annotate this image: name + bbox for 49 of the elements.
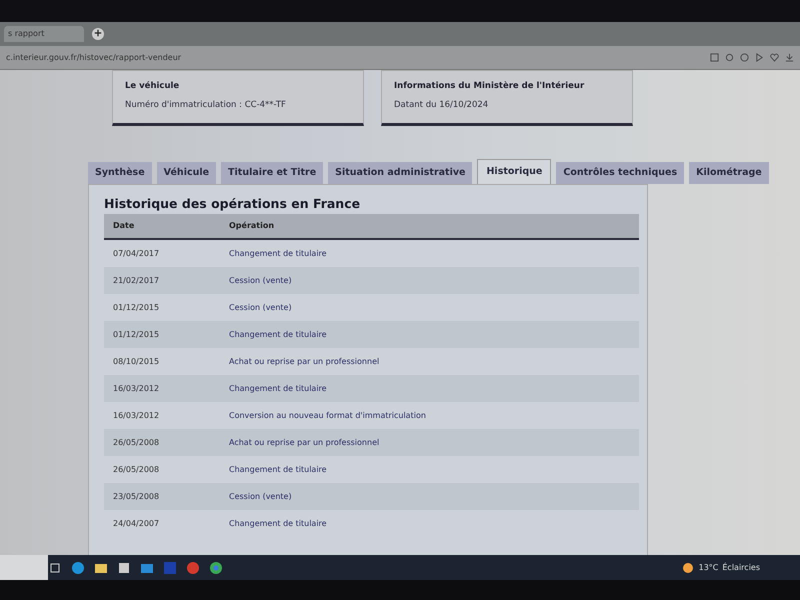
tab[interactable]: Contrôles techniques <box>556 162 684 184</box>
table-cell-text: 26/05/2008 <box>112 436 160 448</box>
table-cell-text: 26/05/2008 <box>112 464 160 476</box>
tab[interactable]: Kilométrage <box>689 162 769 184</box>
task-view-icon[interactable] <box>48 560 62 574</box>
table-cell-text: 01/12/2015 <box>112 302 160 314</box>
table-cell-text: 23/05/2008 <box>112 490 160 502</box>
table-cell-text: 08/10/2015 <box>112 356 160 368</box>
card-text: Numéro d'immatriculation : CC-4**-TF <box>125 98 287 112</box>
table-cell: Achat ou reprise par un professionnel <box>229 356 380 368</box>
table-cell: Changement de titulaire <box>229 382 327 394</box>
new-tab-icon[interactable] <box>92 28 104 40</box>
table-cell: Changement de titulaire <box>229 328 327 340</box>
weather-icon[interactable] <box>680 560 695 574</box>
table-cell-text: 24/04/2007 <box>112 518 160 530</box>
search-field[interactable] <box>0 555 48 580</box>
browser-tab[interactable]: s rapport <box>4 26 84 42</box>
column-header: Opération <box>229 220 274 232</box>
reader-icon[interactable] <box>710 53 719 62</box>
table-cell-text: 16/03/2012 <box>112 410 160 422</box>
card-title: Le véhicule <box>125 80 180 93</box>
play-icon[interactable] <box>755 53 764 62</box>
table-cell: Cession (vente) <box>229 302 292 314</box>
table-cell-text: 16/03/2012 <box>112 382 160 394</box>
address-bar[interactable]: c.interieur.gouv.fr/histovec/rapport-vendeur <box>6 52 182 64</box>
column-header: Date <box>112 220 136 232</box>
heart-icon[interactable] <box>770 53 779 62</box>
table-cell-text: 21/02/2017 <box>112 274 160 286</box>
weather-temperature[interactable]: 13°C <box>698 562 718 574</box>
tab[interactable]: Véhicule <box>156 162 216 184</box>
card-title: Informations du Ministère de l'Intérieur <box>394 80 586 93</box>
table-cell: Changement de titulaire <box>229 248 327 260</box>
table-cell: Cession (vente) <box>229 274 292 286</box>
table-cell: Changement de titulaire <box>229 518 327 530</box>
table-cell: Achat ou reprise par un professionnel <box>229 436 380 448</box>
tab[interactable]: Situation administrative <box>328 162 472 184</box>
circle-icon[interactable] <box>740 53 749 62</box>
weather-text[interactable]: Éclaircies <box>722 562 760 574</box>
table-cell: Conversion au nouveau format d'immatriculation <box>229 410 426 422</box>
card-text: Datant du 16/10/2024 <box>394 98 490 112</box>
tab[interactable]: Historique <box>477 159 552 184</box>
table-cell-text: 07/04/2017 <box>112 248 160 260</box>
download-icon[interactable] <box>785 53 794 62</box>
table-cell: Changement de titulaire <box>229 464 327 476</box>
table-cell-text: 01/12/2015 <box>112 328 160 340</box>
tab[interactable]: Titulaire et Titre <box>221 162 324 184</box>
table-cell: Cession (vente) <box>229 490 292 502</box>
tab[interactable]: Synthèse <box>88 162 152 184</box>
section-title: Historique des opérations en France <box>104 195 362 214</box>
